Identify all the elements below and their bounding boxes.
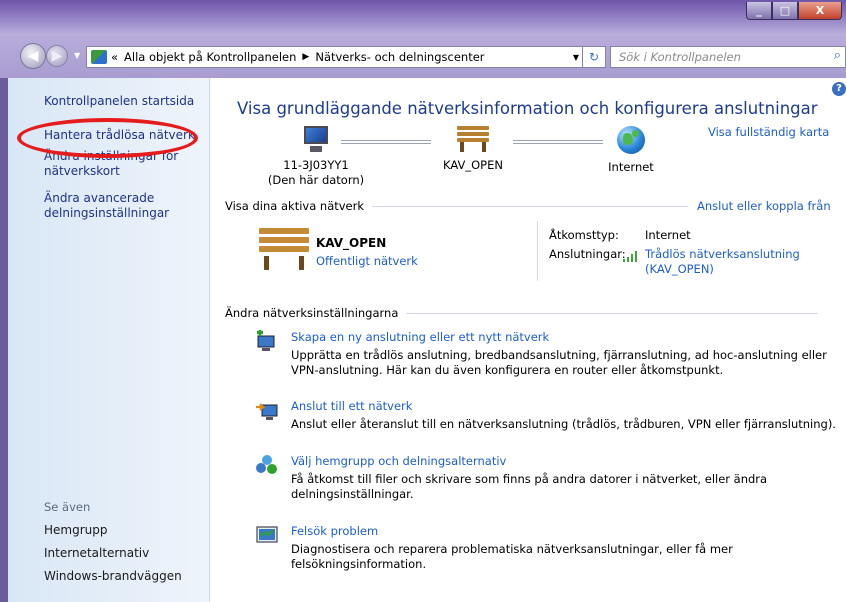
breadcrumb-all-items[interactable]: Alla objekt på Kontrollpanelen <box>124 50 296 64</box>
address-bar[interactable]: « Alla objekt på Kontrollpanelen ▶ Nätve… <box>86 46 586 68</box>
access-type-label: Åtkomsttyp: <box>549 228 619 242</box>
new-connection-icon <box>257 330 275 351</box>
address-row: ◀ ▶ ▼ « Alla objekt på Kontrollpanelen ▶… <box>0 34 846 78</box>
maximize-button[interactable]: □ <box>772 2 798 20</box>
network-name-map: KAV_OPEN <box>443 158 503 172</box>
main-content: ? Visa grundläggande nätverksinformation… <box>211 78 846 602</box>
sidebar-link-internet-options[interactable]: Internetalternativ <box>44 546 149 561</box>
homegroup-sharing-link[interactable]: Välj hemgrupp och delningsalternativ <box>291 454 506 468</box>
computer-subtitle: (Den här datorn) <box>267 173 365 187</box>
wireless-connection-link[interactable]: Trådlös nätverksanslutning (KAV_OPEN) <box>645 247 800 277</box>
computer-name: 11-3J03YY1 <box>283 158 349 172</box>
search-icon[interactable]: ⌕ <box>834 48 841 63</box>
connect-network-icon <box>256 403 278 420</box>
close-button[interactable]: X <box>798 2 842 20</box>
new-connection-description: Upprätta en trådlös anslutning, bredband… <box>291 348 827 377</box>
back-button[interactable]: ◀ <box>20 43 46 69</box>
map-connection-line <box>341 140 431 144</box>
see-also-heading: Se även <box>44 500 91 514</box>
sidebar-link-home[interactable]: Kontrollpanelen startsida <box>44 94 194 109</box>
public-network-bench-icon <box>457 126 489 152</box>
sidebar-link-firewall[interactable]: Windows-brandväggen <box>44 569 182 584</box>
troubleshoot-description: Diagnostisera och reparera problematiska… <box>291 542 733 571</box>
homegroup-sharing-description: Få åtkomst till filer och skrivare som f… <box>291 472 768 501</box>
active-network-name: KAV_OPEN <box>316 236 387 250</box>
connect-network-link[interactable]: Anslut till ett nätverk <box>291 399 412 413</box>
page-title: Visa grundläggande nätverksinformation o… <box>237 99 818 118</box>
network-type-link[interactable]: Offentligt nätverk <box>316 254 418 268</box>
highlight-annotation-oval <box>17 118 198 158</box>
map-connection-line <box>513 140 603 144</box>
help-icon[interactable]: ? <box>832 82 846 96</box>
change-settings-header: Ändra nätverksinställningarna <box>225 306 818 320</box>
map-node-computer[interactable]: 11-3J03YY1 (Den här datorn) <box>261 126 371 188</box>
forward-arrow-icon: ▶ <box>51 48 63 64</box>
control-panel-icon <box>91 50 107 64</box>
search-placeholder: Sök i Kontrollpanelen <box>619 50 741 64</box>
active-networks-header: Visa dina aktiva nätverk <box>225 199 688 213</box>
wireless-signal-icon <box>623 250 641 262</box>
homegroup-icon <box>256 455 277 474</box>
connect-disconnect-link[interactable]: Anslut eller koppla från <box>697 199 831 213</box>
computer-icon <box>301 126 331 154</box>
window-controls: _ □ X <box>746 2 842 20</box>
view-full-map-link[interactable]: Visa fullständig karta <box>708 125 829 139</box>
map-node-internet[interactable]: Internet <box>601 126 661 175</box>
breadcrumb-overflow[interactable]: « <box>111 50 118 64</box>
back-arrow-icon: ◀ <box>27 48 39 64</box>
active-networks-title: Visa dina aktiva nätverk <box>225 199 365 213</box>
access-type-value: Internet <box>645 228 691 242</box>
internet-globe-icon <box>617 126 645 154</box>
refresh-icon: ↻ <box>588 50 600 64</box>
new-connection-link[interactable]: Skapa en ny anslutning eller ett nytt nä… <box>291 330 549 344</box>
change-settings-title: Ändra nätverksinställningarna <box>225 306 399 320</box>
map-node-network[interactable]: KAV_OPEN <box>433 126 513 173</box>
troubleshoot-link[interactable]: Felsök problem <box>291 524 378 538</box>
connect-network-description: Anslut eller återanslut till en nätverks… <box>291 417 836 431</box>
breadcrumb-network-center[interactable]: Nätverks- och delningscenter <box>315 50 484 64</box>
sidebar-link-advanced-sharing[interactable]: Ändra avancerade delningsinställningar <box>44 191 194 221</box>
pane-edge-strip <box>0 78 8 602</box>
wireless-connection-name: Trådlös nätverksanslutning <box>645 247 800 261</box>
recent-pages-dropdown[interactable]: ▼ <box>74 51 80 60</box>
info-divider <box>537 221 538 281</box>
address-dropdown-icon[interactable]: ▼ <box>573 53 579 62</box>
sidebar-link-homegroup[interactable]: Hemgrupp <box>44 523 108 538</box>
wireless-connection-ssid: (KAV_OPEN) <box>645 262 714 276</box>
search-input[interactable]: Sök i Kontrollpanelen ⌕ <box>610 46 846 68</box>
internet-label: Internet <box>608 160 654 174</box>
breadcrumb-separator-icon[interactable]: ▶ <box>302 52 309 62</box>
title-bar: _ □ X <box>0 0 846 34</box>
connections-label: Anslutningar: <box>549 247 626 261</box>
troubleshoot-icon <box>256 526 278 543</box>
minimize-button[interactable]: _ <box>746 2 772 20</box>
forward-button[interactable]: ▶ <box>46 45 68 67</box>
refresh-button[interactable]: ↻ <box>582 46 606 68</box>
public-network-bench-icon <box>259 228 309 272</box>
